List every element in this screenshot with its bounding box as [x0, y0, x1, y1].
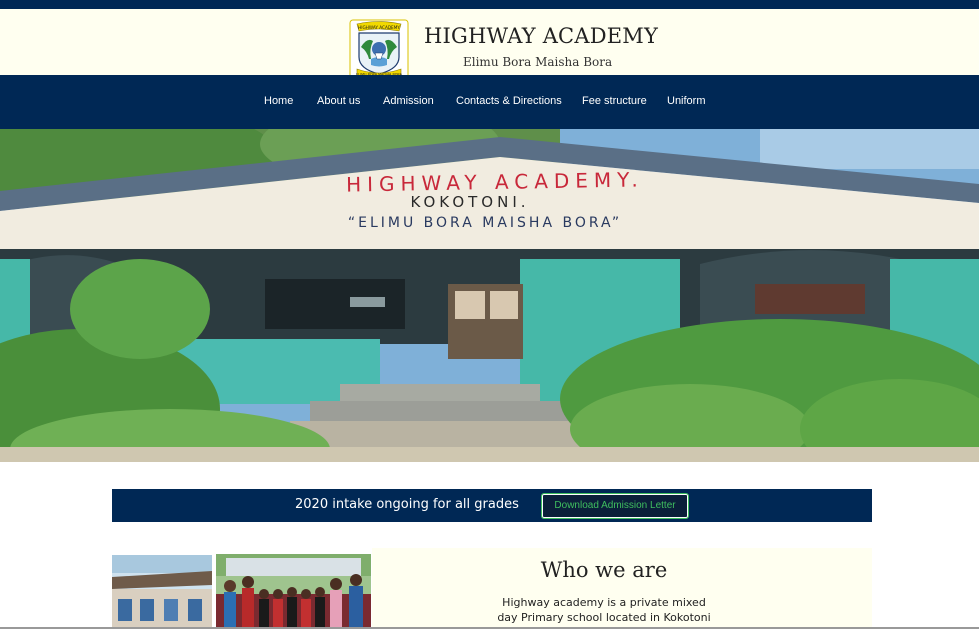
school-logo[interactable]: HIGHWAY ACADEMY ELIMU BORA MAISHA BORA	[349, 19, 409, 81]
nav-home[interactable]: Home	[264, 95, 293, 107]
hero-sign-line-3: “ELIMU BORA MAISHA BORA”	[348, 215, 622, 231]
site-header: HIGHWAY ACADEMY ELIMU BORA MAISHA BORA H…	[0, 9, 979, 81]
intake-text: 2020 intake ongoing for all grades	[295, 497, 519, 512]
who-we-are-panel: Who we are Highway academy is a private …	[372, 548, 872, 629]
site-title[interactable]: HIGHWAY ACADEMY	[424, 24, 658, 48]
who-we-are-line-2: day Primary school located in Kokotoni	[497, 611, 711, 624]
top-strip	[0, 0, 979, 9]
who-we-are-body: Highway academy is a private mixed day P…	[372, 595, 836, 625]
nav-fee-structure[interactable]: Fee structure	[582, 95, 647, 107]
download-admission-letter-button[interactable]: Download Admission Letter	[541, 493, 689, 519]
nav-about-us[interactable]: About us	[317, 95, 360, 107]
who-we-are-line-1: Highway academy is a private mixed	[502, 596, 706, 609]
main-navigation: Home About us Admission Contacts & Direc…	[0, 75, 979, 129]
hero-school-building-photo: HIGHWAY ACADEMY. KOKOTONI. “ELIMU BORA M…	[0, 129, 979, 462]
nav-admission[interactable]: Admission	[383, 95, 434, 107]
nav-uniform[interactable]: Uniform	[667, 95, 706, 107]
about-photo-building	[112, 555, 212, 629]
about-photo-graduation	[216, 554, 371, 629]
site-tagline: Elimu Bora Maisha Bora	[463, 55, 613, 69]
hero-sign-line-2: KOKOTONI.	[410, 193, 529, 211]
nav-contacts-directions[interactable]: Contacts & Directions	[456, 95, 562, 107]
who-we-are-title: Who we are	[540, 558, 668, 582]
intake-banner: 2020 intake ongoing for all grades Downl…	[112, 489, 872, 522]
logo-top-text: HIGHWAY ACADEMY	[358, 25, 400, 30]
